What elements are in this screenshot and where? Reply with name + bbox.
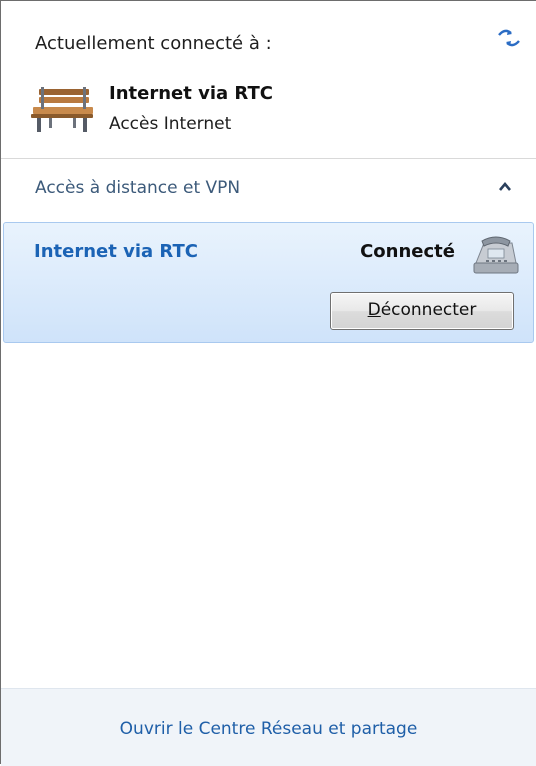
current-connection-section: Actuellement connecté à : Internet via R… xyxy=(1,1,536,159)
vpn-connection-item[interactable]: Internet via RTC Connecté Déconnecter xyxy=(3,222,534,343)
connection-type: Accès Internet xyxy=(109,114,232,134)
bench-icon xyxy=(31,87,93,132)
network-flyout: Actuellement connecté à : Internet via R… xyxy=(0,0,536,766)
disconnect-access-key: D xyxy=(367,300,381,320)
current-connection-label: Actuellement connecté à : xyxy=(35,33,272,54)
footer: Ouvrir le Centre Réseau et partage xyxy=(1,688,536,766)
chevron-up-icon[interactable] xyxy=(498,181,512,193)
vpn-connection-status: Connecté xyxy=(360,241,455,262)
refresh-icon[interactable] xyxy=(495,27,523,49)
vpn-section-header[interactable]: Accès à distance et VPN xyxy=(1,158,536,220)
vpn-connection-name: Internet via RTC xyxy=(34,241,198,262)
vpn-section-title: Accès à distance et VPN xyxy=(35,178,241,198)
disconnect-button[interactable]: Déconnecter xyxy=(330,292,514,330)
open-network-center-link[interactable]: Ouvrir le Centre Réseau et partage xyxy=(1,719,536,739)
connection-name: Internet via RTC xyxy=(109,83,273,104)
phone-icon xyxy=(473,236,519,274)
disconnect-label-rest: éconnecter xyxy=(380,300,477,320)
